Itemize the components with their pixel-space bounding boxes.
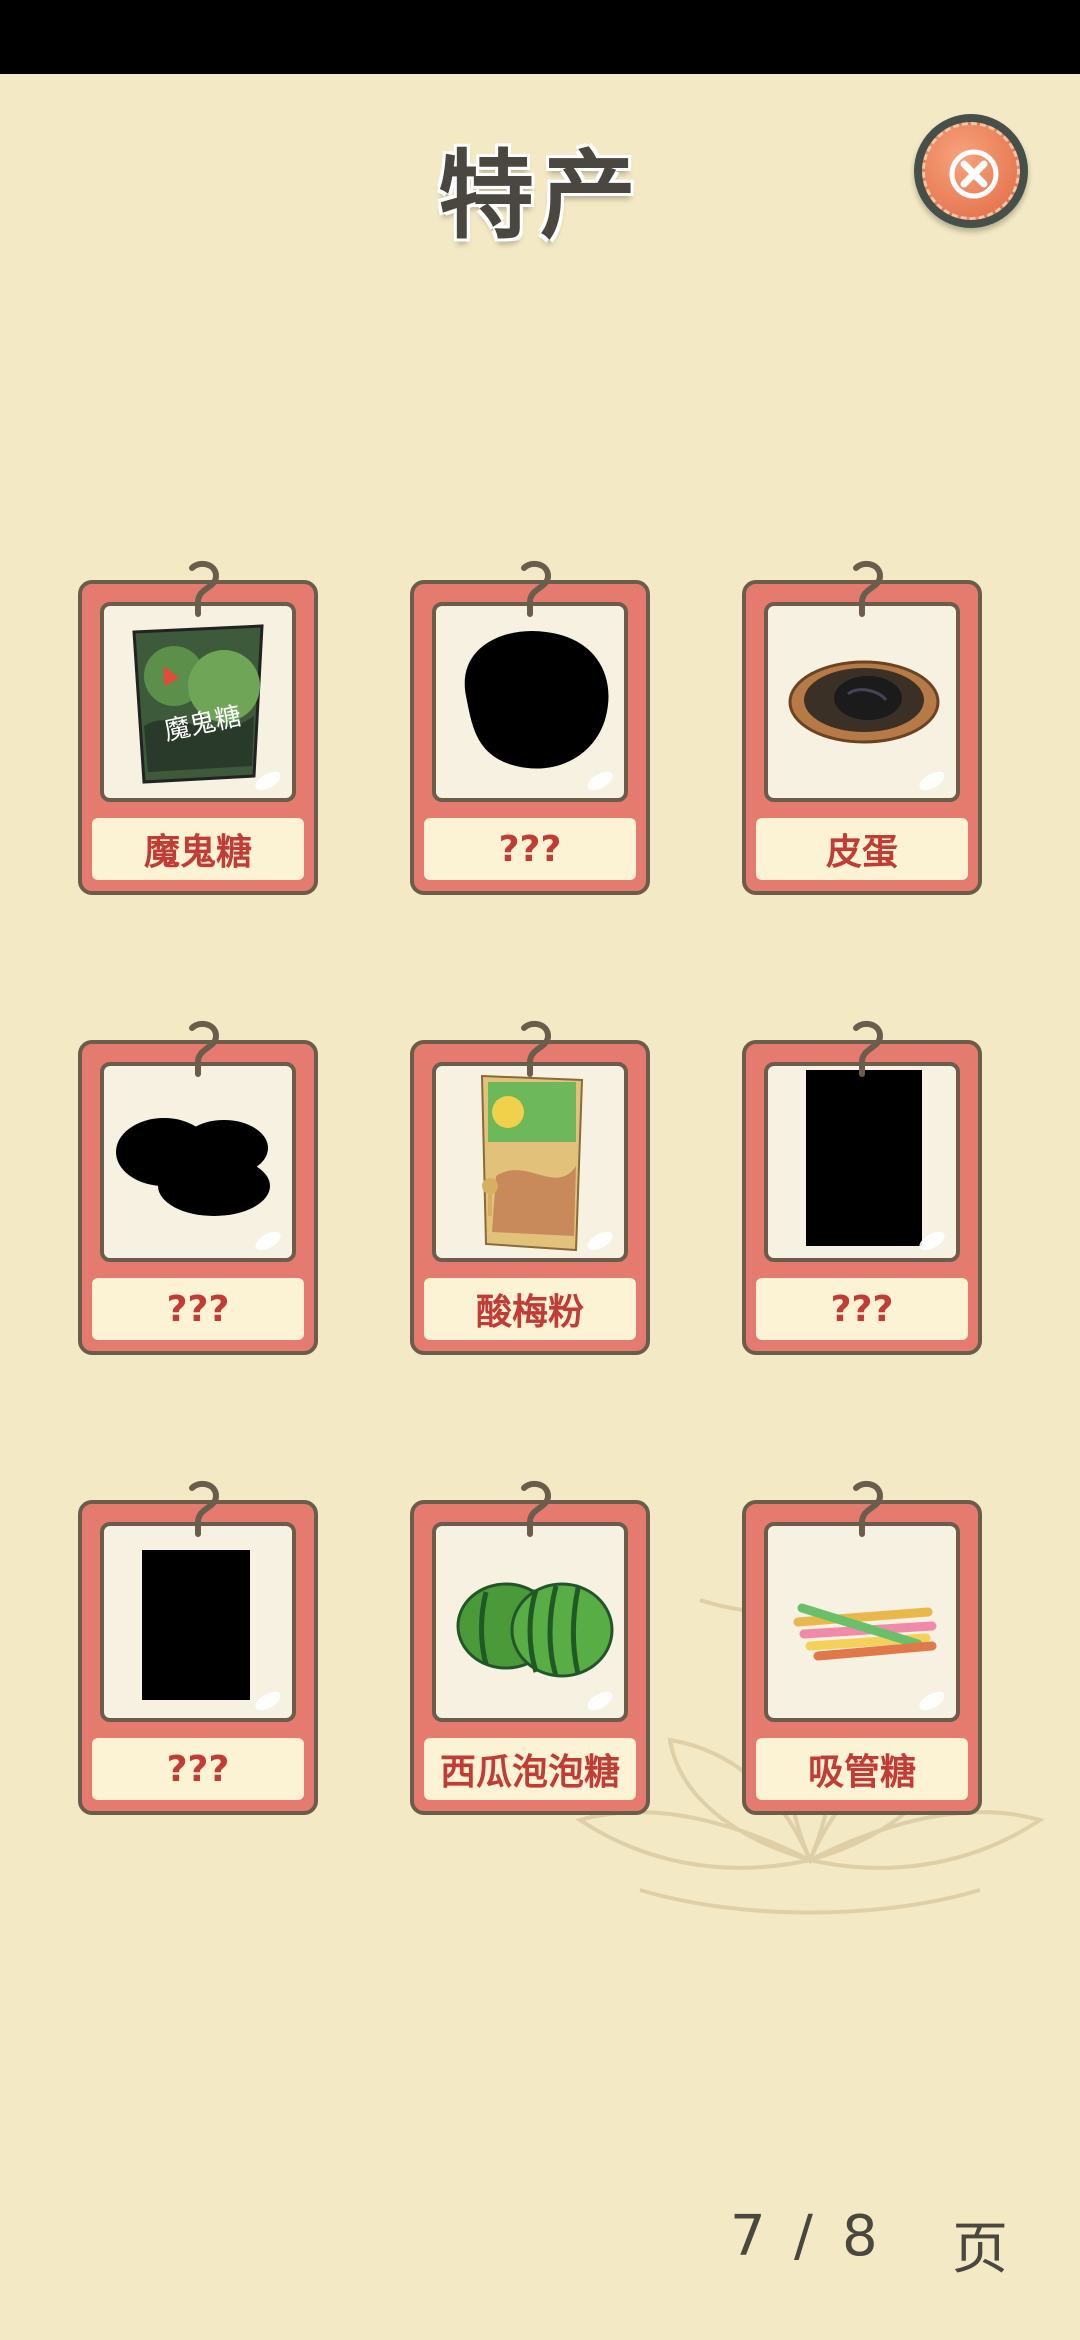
- unknown-silhouette-icon: [116, 1118, 270, 1216]
- current-page: 7: [730, 2204, 766, 2269]
- page-unit: 页: [952, 2217, 1008, 2282]
- specialty-card[interactable]: 西瓜泡泡糖: [410, 1480, 650, 1815]
- item-image-frame: [432, 1062, 628, 1262]
- item-image-frame: 魔鬼糖: [100, 602, 296, 802]
- card-label: 吸管糖: [756, 1738, 968, 1800]
- specialty-card[interactable]: ???: [410, 560, 650, 895]
- hook-icon: [189, 1480, 220, 1537]
- straw-candy-icon: [793, 1603, 937, 1661]
- hook-icon: [189, 1020, 220, 1077]
- specialty-card[interactable]: 魔鬼糖 魔鬼糖: [78, 560, 318, 895]
- unknown-silhouette-icon: [464, 630, 609, 769]
- item-image-frame: [100, 1062, 296, 1262]
- card-label: 皮蛋: [756, 818, 968, 880]
- century-egg-icon: [788, 660, 940, 744]
- card-label: ???: [756, 1278, 968, 1340]
- specialty-card[interactable]: 酸梅粉: [410, 1020, 650, 1355]
- hook-icon: [853, 1020, 884, 1077]
- unknown-silhouette-icon: [806, 1070, 922, 1246]
- specialty-grid: 魔鬼糖 魔鬼糖 ??? 皮蛋 ??? 酸梅粉 ??? ??? 西瓜泡泡糖 吸管糖: [0, 0, 1080, 2340]
- watermelon-gum-icon: [456, 1582, 614, 1678]
- total-pages: 8: [842, 2204, 878, 2269]
- specialty-card[interactable]: ???: [78, 1020, 318, 1355]
- hook-icon: [521, 1020, 552, 1077]
- specialty-card[interactable]: 皮蛋: [742, 560, 982, 895]
- item-image-frame: [432, 1522, 628, 1722]
- card-label: ???: [92, 1278, 304, 1340]
- page-indicator: 7 / 8 页: [724, 2204, 1024, 2282]
- unknown-silhouette-icon: [142, 1550, 250, 1700]
- specialty-card[interactable]: ???: [78, 1480, 318, 1815]
- hook-icon: [853, 560, 884, 617]
- card-label: 魔鬼糖: [92, 818, 304, 880]
- card-label: ???: [92, 1738, 304, 1800]
- item-image-frame: [432, 602, 628, 802]
- hook-icon: [189, 560, 220, 617]
- specialty-card[interactable]: 吸管糖: [742, 1480, 982, 1815]
- card-label: 西瓜泡泡糖: [424, 1738, 636, 1800]
- sour-plum-powder-icon: [480, 1074, 584, 1252]
- card-label: ???: [424, 818, 636, 880]
- hook-icon: [521, 1480, 552, 1537]
- item-image-frame: [764, 1522, 960, 1722]
- page-separator: /: [794, 2204, 813, 2269]
- hook-icon: [521, 560, 552, 617]
- specialty-card[interactable]: ???: [742, 1020, 982, 1355]
- devil-candy-icon: 魔鬼糖: [132, 624, 264, 784]
- item-image-frame: [100, 1522, 296, 1722]
- item-image-frame: [764, 1062, 960, 1262]
- hook-icon: [853, 1480, 884, 1537]
- card-label: 酸梅粉: [424, 1278, 636, 1340]
- item-image-frame: [764, 602, 960, 802]
